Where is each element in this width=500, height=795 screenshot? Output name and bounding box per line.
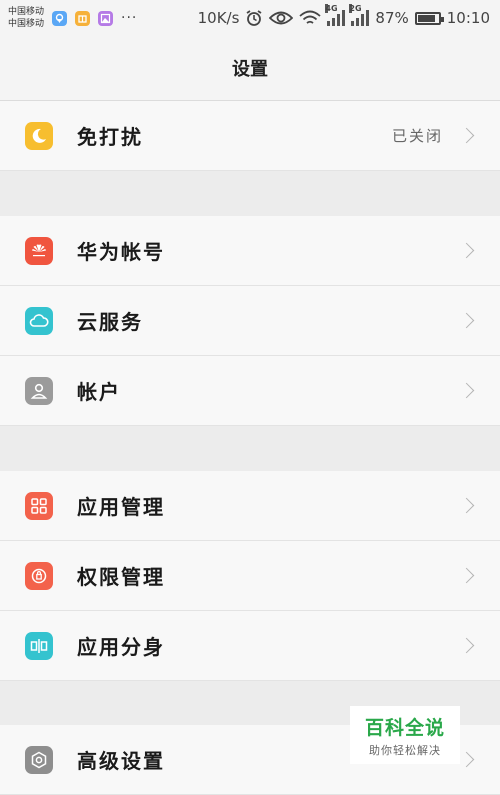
page-title: 设置 <box>232 59 268 80</box>
carrier-1: 中国移动 <box>8 7 45 17</box>
lock-icon <box>25 561 53 590</box>
title-bar: 设置 <box>0 36 500 101</box>
gift-app-icon <box>75 10 91 26</box>
user-icon <box>25 376 53 405</box>
eye-icon <box>269 11 294 25</box>
settings-item-label: 免打扰 <box>77 125 143 149</box>
settings-item-label: 应用分身 <box>77 635 165 659</box>
network-speed: 10K/s <box>197 9 240 27</box>
gallery-app-icon <box>98 10 114 26</box>
settings-item-app-management[interactable]: 应用管理 <box>0 471 500 541</box>
signal-icon-4g: 4G <box>325 4 346 26</box>
watermark: 百科全说 助你轻松解决 <box>350 706 460 764</box>
huawei-logo-icon <box>25 236 53 265</box>
watermark-title: 百科全说 <box>364 716 445 739</box>
gear-icon <box>25 745 53 774</box>
cloud-icon <box>25 306 53 335</box>
settings-item-label: 应用管理 <box>77 495 165 519</box>
chevron-right-icon <box>458 637 475 654</box>
chevron-right-icon <box>458 242 475 259</box>
carrier-labels: 中国移动 中国移动 <box>8 6 44 30</box>
chevron-right-icon <box>458 312 475 329</box>
settings-item-permission-management[interactable]: 权限管理 <box>0 541 500 611</box>
battery-percent: 87% <box>375 9 409 27</box>
settings-item-huawei-account[interactable]: 华为帐号 <box>0 216 500 286</box>
settings-item-cloud-service[interactable]: 云服务 <box>0 286 500 356</box>
battery-icon <box>414 11 444 25</box>
chevron-right-icon <box>458 497 475 514</box>
settings-item-label: 华为帐号 <box>77 240 165 264</box>
chevron-right-icon <box>458 382 475 399</box>
clock: 10:10 <box>446 9 490 27</box>
carrier-2: 中国移动 <box>8 19 45 29</box>
settings-item-label: 权限管理 <box>77 565 165 589</box>
grid-icon <box>25 491 53 520</box>
twin-app-icon <box>25 631 53 660</box>
more-notifications: ··· <box>121 10 138 26</box>
settings-item-label: 云服务 <box>77 310 143 334</box>
settings-item-label: 高级设置 <box>77 749 165 773</box>
status-bar: 中国移动 中国移动 ··· 10K/s 4G 2G 87% 10:10 <box>0 0 500 36</box>
signal-icon-2g: 2G <box>349 4 370 26</box>
settings-item-do-not-disturb[interactable]: 免打扰 已关闭 <box>0 101 500 171</box>
settings-item-label: 帐户 <box>77 380 121 404</box>
watermark-subtitle: 助你轻松解决 <box>369 743 441 757</box>
alarm-icon <box>246 10 262 26</box>
chevron-right-icon <box>458 127 475 144</box>
moon-icon <box>25 121 53 150</box>
settings-item-app-twin[interactable]: 应用分身 <box>0 611 500 681</box>
location-app-icon <box>52 10 68 26</box>
chevron-right-icon <box>458 567 475 584</box>
settings-item-value: 已关闭 <box>391 127 443 145</box>
settings-item-accounts[interactable]: 帐户 <box>0 356 500 426</box>
wifi-icon <box>299 10 322 24</box>
chevron-right-icon <box>458 751 475 768</box>
